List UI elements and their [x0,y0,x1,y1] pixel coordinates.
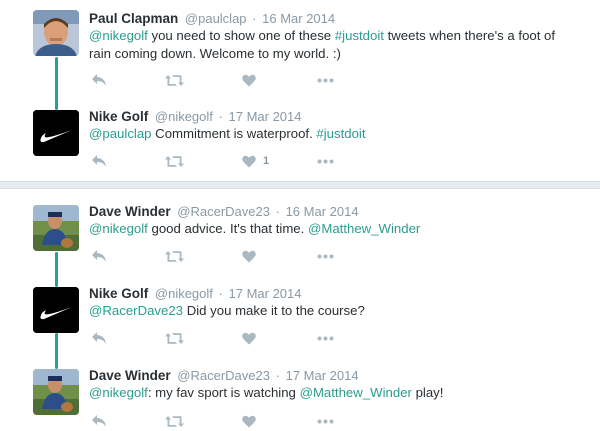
retweet-icon [165,155,184,167]
tweet-date[interactable]: 17 Mar 2014 [229,286,302,301]
avatar[interactable] [33,110,79,156]
author-name[interactable]: Nike Golf [89,109,148,124]
author-handle[interactable]: @RacerDave23 [177,204,270,219]
separator-dot: · [252,11,257,26]
more-button[interactable] [317,71,334,89]
heart-icon [242,74,256,86]
more-dots-icon [317,159,334,163]
nike-swoosh-logo [33,287,79,333]
nike-swoosh-logo [33,110,79,156]
thread-line [55,57,58,110]
tweet-actions [89,412,389,430]
avatar[interactable] [33,10,79,56]
author-handle[interactable]: @paulclap [185,11,247,26]
separator-dot: · [218,286,223,301]
tweet-text: @nikegolf good advice. It's that time. @… [89,220,579,238]
mention-link[interactable]: @Matthew_Winder [300,385,412,400]
heart-icon [242,415,256,427]
author-handle[interactable]: @nikegolf [155,286,213,301]
avatar[interactable] [33,287,79,333]
author-name[interactable]: Dave Winder [89,368,171,383]
more-button[interactable] [317,412,334,430]
like-count: 1 [263,155,270,167]
author-handle[interactable]: @nikegolf [155,109,213,124]
reply-button[interactable] [91,247,107,265]
retweet-icon [165,250,184,262]
retweet-button[interactable] [165,247,184,265]
mention-link[interactable]: @nikegolf [89,385,148,400]
more-dots-icon [317,336,334,340]
tweet-text: @RacerDave23 Did you make it to the cour… [89,302,579,320]
retweet-icon [165,415,184,427]
heart-icon [242,250,256,262]
reply-arrow-icon [92,415,106,427]
more-button[interactable] [317,329,334,347]
tweet-actions [89,247,389,265]
retweet-button[interactable] [165,329,184,347]
reply-button[interactable] [91,71,107,89]
hashtag-link[interactable]: #justdoit [335,28,384,43]
tweet-actions: 1 [89,152,389,170]
mention-link[interactable]: @nikegolf [89,221,148,236]
text-segment: good advice. It's that time. [147,221,308,236]
like-button[interactable]: 1 [242,152,269,170]
thread-line [55,333,58,369]
more-button[interactable] [317,247,334,265]
retweet-icon [165,74,184,86]
more-dots-icon [317,254,334,258]
author-handle[interactable]: @RacerDave23 [177,368,270,383]
tweet-actions [89,71,389,89]
retweet-button[interactable] [165,71,184,89]
reply-arrow-icon [92,250,106,262]
tweet-date[interactable]: 16 Mar 2014 [286,204,359,219]
text-segment: Did you make it to the course? [183,303,365,318]
avatar[interactable] [33,369,79,415]
more-button[interactable] [317,152,334,170]
heart-icon [242,332,256,344]
retweet-icon [165,332,184,344]
reply-button[interactable] [91,152,107,170]
author-name[interactable]: Paul Clapman [89,11,178,26]
separator-dot: · [218,109,223,124]
text-segment: play! [411,385,444,400]
reply-arrow-icon [92,332,106,344]
thread-line [55,252,58,287]
like-button[interactable] [242,329,263,347]
text-segment: : my fav sport is watching [147,385,300,400]
retweet-button[interactable] [165,412,184,430]
text-segment: you need to show one of these [147,28,335,43]
text-segment: Commitment is waterproof. [151,126,317,141]
tweet-date[interactable]: 17 Mar 2014 [286,368,359,383]
reply-button[interactable] [91,329,107,347]
mention-link[interactable]: @RacerDave23 [89,303,183,318]
tweet-date[interactable]: 16 Mar 2014 [262,11,335,26]
like-button[interactable] [242,412,263,430]
mention-link[interactable]: @nikegolf [89,28,148,43]
mention-link[interactable]: @paulclap [89,126,152,141]
reply-arrow-icon [92,74,106,86]
reply-button[interactable] [91,412,107,430]
separator-dot: · [275,204,280,219]
heart-icon [242,155,256,167]
separator-dot: · [275,368,280,383]
tweet-date[interactable]: 17 Mar 2014 [229,109,302,124]
like-button[interactable] [242,247,263,265]
conversation-separator [0,181,600,189]
more-dots-icon [317,78,334,82]
tweet-text: @paulclap Commitment is waterproof. #jus… [89,125,579,143]
hashtag-link[interactable]: #justdoit [316,126,365,141]
author-name[interactable]: Nike Golf [89,286,148,301]
tweet-text: @nikegolf: my fav sport is watching @Mat… [89,384,579,402]
retweet-button[interactable] [165,152,184,170]
mention-link[interactable]: @Matthew_Winder [308,221,420,236]
more-dots-icon [317,419,334,423]
tweet-actions [89,329,389,347]
avatar[interactable] [33,205,79,251]
reply-arrow-icon [92,155,106,167]
author-name[interactable]: Dave Winder [89,204,171,219]
tweet-text: @nikegolf you need to show one of these … [89,27,579,63]
like-button[interactable] [242,71,263,89]
